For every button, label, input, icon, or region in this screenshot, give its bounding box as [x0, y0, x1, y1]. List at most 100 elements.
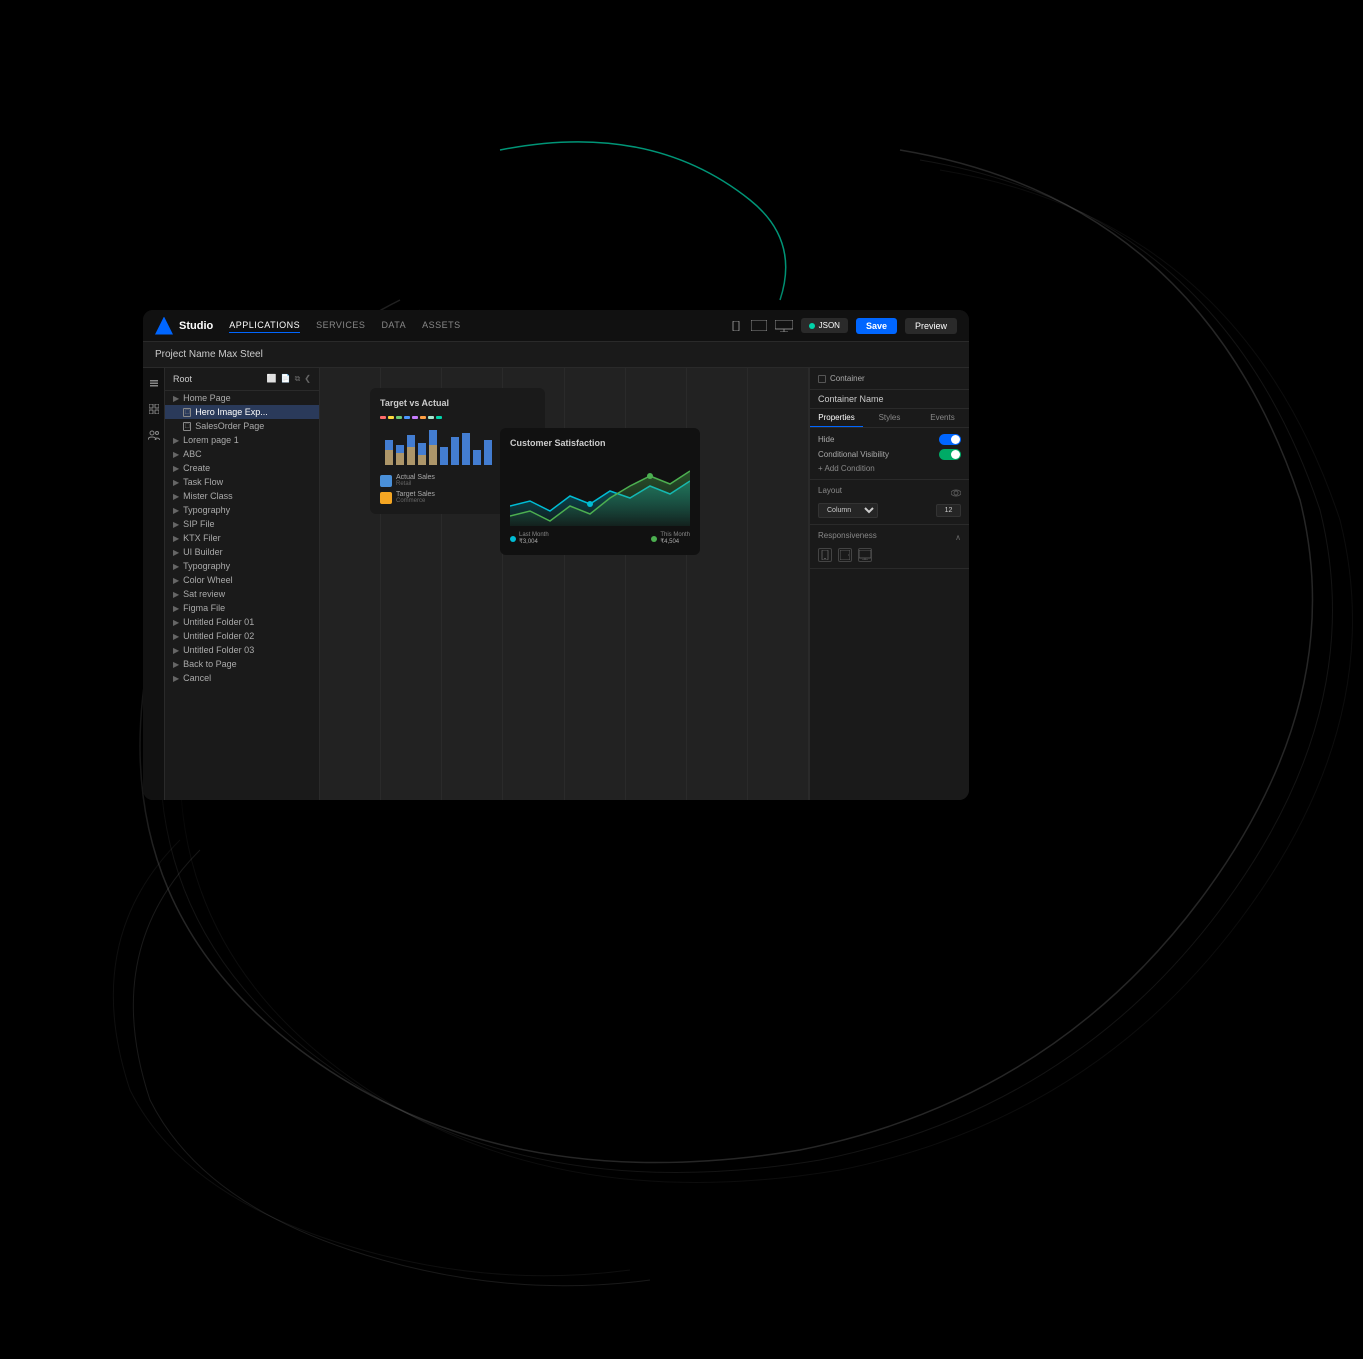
top-bar: Studio APPLICATIONS SERVICES DATA ASSETS [143, 310, 969, 342]
tree-item-lorem[interactable]: ▶ Lorem page 1 [165, 433, 319, 447]
conditional-visibility-toggle[interactable] [939, 449, 961, 460]
tree-item-color-wheel[interactable]: ▶ Color Wheel [165, 573, 319, 587]
sidebar-icon-users[interactable] [147, 428, 161, 442]
tab-properties[interactable]: Properties [810, 409, 863, 427]
tree-item-home-page[interactable]: ▶ Home Page [165, 391, 319, 405]
tree-item-untitled-02[interactable]: ▶ Untitled Folder 02 [165, 629, 319, 643]
tab-events[interactable]: Events [916, 409, 969, 427]
satisfaction-title: Customer Satisfaction [510, 438, 690, 448]
copy-icon[interactable]: ⧉ [295, 374, 301, 384]
project-name: Project Name Max Steel [155, 349, 263, 360]
tree-item-typography-1[interactable]: ▶ Typography [165, 503, 319, 517]
props-section-hide: Hide Conditional Visibility + Add Condit… [810, 428, 969, 480]
dot-6 [420, 416, 426, 419]
tree-item-task-flow[interactable]: ▶ Task Flow [165, 475, 319, 489]
nav-applications[interactable]: APPLICATIONS [229, 318, 300, 333]
collapse-icon[interactable]: ❮ [304, 374, 311, 384]
dot-7 [428, 416, 434, 419]
canvas-area[interactable]: Target vs Actual [320, 368, 809, 800]
tree-item-hero-image[interactable]: □ Hero Image Exp... [165, 405, 319, 419]
layout-label: Layout [818, 486, 842, 495]
file-tree-header: Root ⬜ 📄 ⧉ ❮ [165, 368, 319, 391]
json-dot-indicator [809, 323, 815, 329]
resp-desktop-icon[interactable] [858, 548, 872, 562]
tree-item-cancel[interactable]: ▶ Cancel [165, 671, 319, 685]
responsiveness-header: Responsiveness ∧ [818, 531, 961, 544]
sidebar-icon-layers[interactable] [147, 376, 161, 390]
chart-dots [380, 416, 535, 419]
tree-item-mister-class[interactable]: ▶ Mister Class [165, 489, 319, 503]
nav-assets[interactable]: ASSETS [422, 318, 461, 333]
desktop-icon[interactable] [775, 320, 793, 332]
responsiveness-label: Responsiveness [818, 531, 877, 540]
tree-item-untitled-01[interactable]: ▶ Untitled Folder 01 [165, 615, 319, 629]
dot-8 [436, 416, 442, 419]
mobile-icon[interactable] [729, 321, 743, 331]
preview-button[interactable]: Preview [905, 318, 957, 334]
props-section-responsiveness: Responsiveness ∧ [810, 525, 969, 569]
eye-icon[interactable] [951, 488, 961, 498]
tree-item-abc[interactable]: ▶ ABC [165, 447, 319, 461]
satisfaction-chart-svg [510, 456, 690, 526]
properties-panel: Container Container Name Properties Styl… [809, 368, 969, 800]
tree-item-sat-review[interactable]: ▶ Sat review [165, 587, 319, 601]
file-add-icon[interactable]: 📄 [281, 374, 291, 384]
sidebar-icon-components[interactable] [147, 402, 161, 416]
canvas-col-8 [748, 368, 809, 800]
top-bar-right: JSON Save Preview [729, 318, 957, 334]
app-window: Studio APPLICATIONS SERVICES DATA ASSETS [143, 310, 969, 800]
tree-item-ui-builder[interactable]: ▶ UI Builder [165, 545, 319, 559]
tree-item-ktx[interactable]: ▶ KTX Filer [165, 531, 319, 545]
widget-target-title: Target vs Actual [380, 398, 535, 408]
layout-header-row: Layout [818, 486, 961, 499]
dot-1 [380, 416, 386, 419]
conditional-visibility-thumb [951, 450, 960, 459]
last-month-dot [510, 536, 516, 542]
widget-customer-satisfaction: Customer Satisfaction [500, 428, 700, 555]
resp-tablet-icon[interactable] [838, 548, 852, 562]
top-nav: APPLICATIONS SERVICES DATA ASSETS [229, 318, 460, 333]
nav-services[interactable]: SERVICES [316, 318, 365, 333]
hide-toggle[interactable] [939, 434, 961, 445]
tablet-icon[interactable] [751, 320, 767, 331]
resp-mobile-icon[interactable] [818, 548, 832, 562]
root-label: Root [173, 374, 263, 384]
logo-area: Studio [155, 317, 213, 335]
tree-item-sales-order[interactable]: □ SalesOrder Page [165, 419, 319, 433]
main-content: Root ⬜ 📄 ⧉ ❮ ▶ Home Page □ Hero Image Ex… [143, 368, 969, 800]
conditional-visibility-row: Conditional Visibility [818, 449, 961, 460]
layout-direction-select[interactable]: Column [818, 503, 878, 518]
last-month-item: Last Month ₹3,004 [510, 532, 549, 545]
nav-data[interactable]: DATA [381, 318, 406, 333]
tree-item-create[interactable]: ▶ Create [165, 461, 319, 475]
json-toggle-button[interactable]: JSON [801, 318, 848, 333]
this-month-dot [651, 536, 657, 542]
layout-controls: Column 12 [818, 503, 961, 518]
responsiveness-chevron[interactable]: ∧ [955, 533, 961, 542]
app-logo-text: Studio [179, 320, 213, 332]
tree-item-typography-2[interactable]: ▶ Typography [165, 559, 319, 573]
props-section-layout: Layout Column 12 [810, 480, 969, 525]
dot-5 [412, 416, 418, 419]
tree-item-figma[interactable]: ▶ Figma File [165, 601, 319, 615]
save-button[interactable]: Save [856, 318, 897, 334]
hide-label: Hide [818, 435, 834, 444]
tree-item-back-to-page[interactable]: ▶ Back to Page [165, 657, 319, 671]
tree-item-untitled-03[interactable]: ▶ Untitled Folder 03 [165, 643, 319, 657]
layout-columns-input[interactable]: 12 [936, 504, 961, 517]
second-bar: Project Name Max Steel [143, 342, 969, 368]
container-label: Container [830, 374, 865, 383]
container-name[interactable]: Container Name [810, 390, 969, 409]
dot-4 [404, 416, 410, 419]
hide-toggle-row: Hide [818, 434, 961, 445]
hide-toggle-thumb [951, 435, 960, 444]
tree-item-sip[interactable]: ▶ SIP File [165, 517, 319, 531]
add-condition-btn[interactable]: + Add Condition [818, 464, 961, 473]
tab-styles[interactable]: Styles [863, 409, 916, 427]
file-tree: Root ⬜ 📄 ⧉ ❮ ▶ Home Page □ Hero Image Ex… [165, 368, 320, 800]
this-month-item: This Month ₹4,504 [651, 532, 690, 545]
legend-icon-actual [380, 475, 392, 487]
container-checkbox[interactable] [818, 375, 826, 383]
folder-add-icon[interactable]: ⬜ [267, 374, 277, 384]
header-icons: ⬜ 📄 ⧉ ❮ [267, 374, 311, 384]
